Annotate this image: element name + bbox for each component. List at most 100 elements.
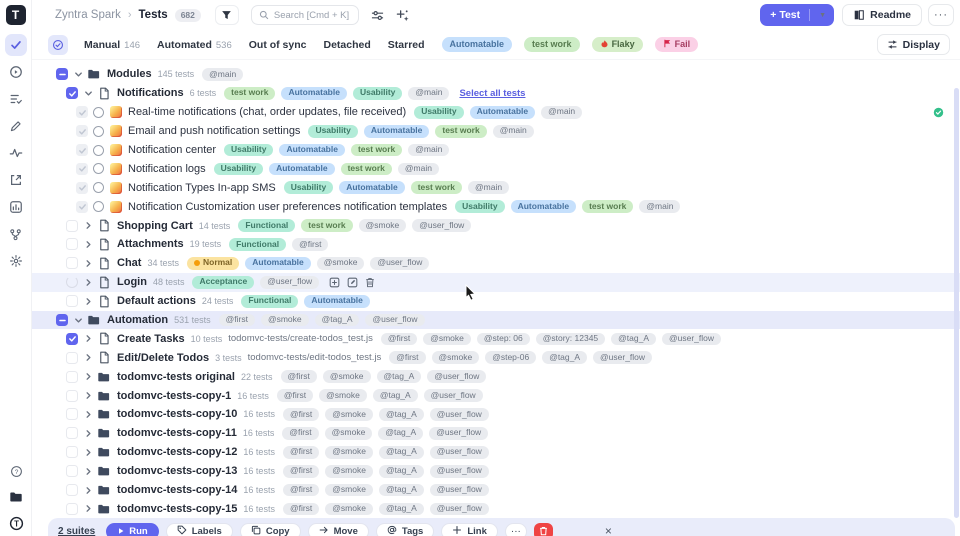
ai-create-button[interactable] — [396, 9, 409, 22]
add-test-inline-icon[interactable] — [329, 277, 340, 288]
row-chip[interactable]: @tag_A — [379, 408, 424, 421]
row-checkbox[interactable] — [66, 446, 78, 458]
row-chip[interactable]: @user_flow — [430, 465, 489, 478]
row-chip[interactable]: Automatable — [339, 181, 404, 194]
severity-circle-icon[interactable] — [93, 126, 104, 137]
row-checkbox[interactable] — [66, 333, 78, 345]
tree-row[interactable]: Edit/Delete Todos3 teststodomvc-tests/ed… — [32, 348, 960, 367]
filter-item-starred[interactable]: Starred — [388, 39, 425, 51]
chevron-right-icon[interactable] — [81, 240, 95, 249]
row-chip[interactable]: @step-06 — [485, 351, 536, 364]
severity-circle-icon[interactable] — [93, 182, 104, 193]
chevron-right-icon[interactable] — [81, 372, 95, 381]
filter-item-automated[interactable]: Automated536 — [157, 39, 232, 51]
row-checkbox[interactable] — [66, 352, 78, 364]
row-chip[interactable]: Normal — [187, 257, 239, 270]
row-title[interactable]: todomvc-tests-copy-14 — [117, 484, 237, 496]
row-title[interactable]: Notifications — [117, 87, 184, 99]
row-checkbox[interactable] — [66, 465, 78, 477]
tree-row[interactable]: Email and push notification settingsUsab… — [32, 122, 960, 141]
row-chip[interactable]: Functional — [238, 219, 295, 232]
row-chip[interactable]: Usability — [214, 163, 263, 176]
row-title[interactable]: Edit/Delete Todos — [117, 352, 209, 364]
filter-funnel-button[interactable] — [215, 5, 239, 25]
severity-circle-icon[interactable] — [93, 201, 104, 212]
sidebar-item-help[interactable]: ? — [5, 460, 27, 482]
row-chip[interactable]: test work — [351, 144, 402, 157]
row-chip[interactable]: @user_flow — [424, 389, 483, 402]
row-chip[interactable]: Automatable — [279, 144, 344, 157]
row-chip[interactable]: Usability — [455, 200, 504, 213]
row-chip[interactable]: @first — [283, 408, 319, 421]
row-chip[interactable]: Automatable — [304, 295, 369, 308]
trash-inline-icon[interactable] — [365, 277, 375, 288]
row-chip[interactable]: @tag_A — [542, 351, 587, 364]
filter-chip-test-work[interactable]: test work — [524, 37, 580, 51]
row-chip[interactable]: Usability — [308, 125, 357, 138]
row-chip[interactable]: test work — [435, 125, 486, 138]
chevron-right-icon[interactable] — [81, 221, 95, 230]
row-title[interactable]: todomvc-tests-copy-10 — [117, 408, 237, 420]
row-chip[interactable]: @tag_A — [379, 446, 424, 459]
tree-row[interactable]: Notification Customization user preferen… — [32, 197, 960, 216]
bulk-more-button[interactable]: ··· — [505, 523, 527, 536]
row-checkbox[interactable] — [56, 314, 68, 326]
tree-row[interactable]: Notification Types In-app SMSUsabilityAu… — [32, 178, 960, 197]
tree-row[interactable]: todomvc-tests-copy-1416 tests@first@smok… — [32, 481, 960, 500]
row-chip[interactable]: @tag_A — [611, 333, 656, 346]
row-chip[interactable]: @main — [639, 200, 680, 213]
filter-chip-automatable[interactable]: Automatable — [442, 37, 513, 51]
row-title[interactable]: Notification Customization user preferen… — [128, 201, 447, 213]
scrollbar[interactable] — [954, 88, 959, 518]
row-chip[interactable]: @step: 06 — [477, 333, 530, 346]
row-chip[interactable]: @smoke — [325, 484, 373, 497]
row-chip[interactable]: @main — [493, 125, 534, 138]
run-button[interactable]: Run — [106, 523, 158, 536]
tree-row[interactable]: Notification logsUsabilityAutomatabletes… — [32, 159, 960, 178]
chevron-right-icon[interactable] — [81, 429, 95, 438]
row-checkbox[interactable] — [66, 484, 78, 496]
chevron-right-icon[interactable] — [81, 391, 95, 400]
chevron-right-icon[interactable] — [81, 410, 95, 419]
row-chip[interactable]: Usability — [353, 87, 402, 100]
tree-row[interactable]: todomvc-tests-copy-116 tests@first@smoke… — [32, 386, 960, 405]
row-chip[interactable]: @main — [398, 163, 439, 176]
row-chip[interactable]: @story: 12345 — [536, 333, 605, 346]
row-chip[interactable]: @first — [283, 484, 319, 497]
severity-circle-icon[interactable] — [93, 107, 104, 118]
filter-chip-flaky[interactable]: Flaky — [592, 37, 643, 52]
labels-button[interactable]: Labels — [166, 523, 233, 536]
row-title[interactable]: todomvc-tests-copy-13 — [117, 465, 237, 477]
chevron-down-icon[interactable] — [81, 89, 95, 98]
row-chip[interactable]: @smoke — [325, 503, 373, 516]
row-title[interactable]: Chat — [117, 257, 141, 269]
select-visible-toggle[interactable] — [48, 35, 68, 55]
row-chip[interactable]: test work — [341, 163, 392, 176]
row-chip[interactable]: @user_flow — [412, 219, 471, 232]
chevron-right-icon[interactable] — [81, 278, 95, 287]
severity-circle-icon[interactable] — [93, 145, 104, 156]
row-chip[interactable]: @first — [281, 370, 317, 383]
row-chip[interactable]: @smoke — [432, 351, 480, 364]
tree-row[interactable]: Attachments19 testsFunctional@first — [32, 235, 960, 254]
tree-row[interactable]: todomvc-tests-copy-1316 tests@first@smok… — [32, 462, 960, 481]
delete-button[interactable] — [534, 523, 553, 536]
filter-chip-fail[interactable]: Fail — [655, 37, 699, 52]
row-chip[interactable]: @user_flow — [430, 503, 489, 516]
chevron-right-icon[interactable] — [81, 334, 95, 343]
row-checkbox[interactable] — [66, 87, 78, 99]
tags-button[interactable]: Tags — [376, 523, 434, 536]
filter-item-out-of-sync[interactable]: Out of sync — [249, 39, 307, 51]
row-chip[interactable]: @user_flow — [429, 427, 488, 440]
row-checkbox[interactable] — [76, 163, 88, 175]
link-button[interactable]: Link — [441, 523, 498, 536]
breadcrumb-project[interactable]: Zyntra Spark — [55, 9, 121, 21]
tree-row[interactable]: Automation531 tests@first@smoke@tag_A@us… — [32, 311, 960, 330]
row-chip[interactable]: @first — [283, 465, 319, 478]
chevron-right-icon[interactable] — [81, 297, 95, 306]
tree-row[interactable]: Notifications6 teststest workAutomatable… — [32, 84, 960, 103]
chevron-right-icon[interactable] — [81, 504, 95, 513]
sidebar-item-import[interactable] — [5, 169, 27, 191]
row-chip[interactable]: @main — [468, 181, 509, 194]
row-chip[interactable]: @user_flow — [427, 370, 486, 383]
